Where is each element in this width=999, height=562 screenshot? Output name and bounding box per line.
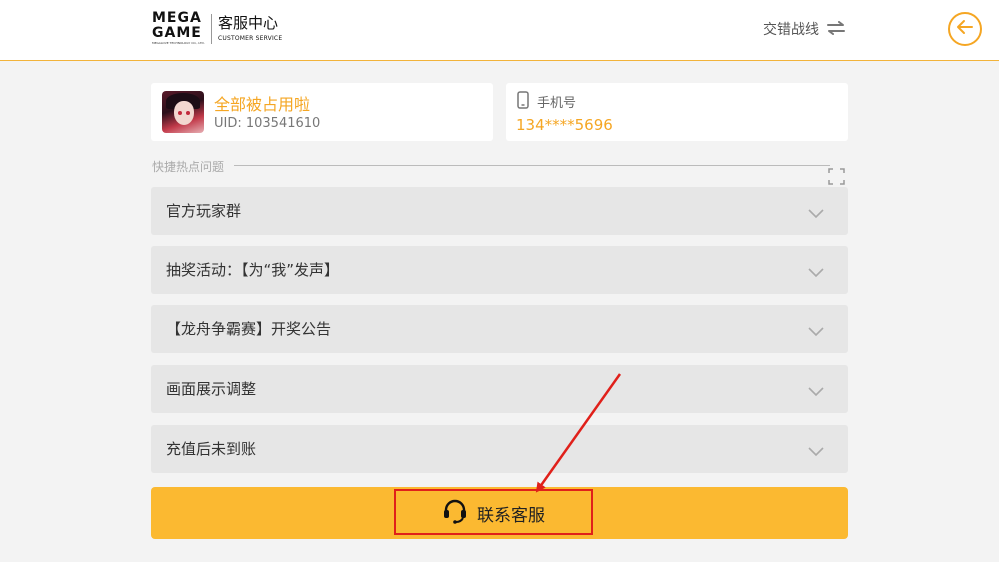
- headset-icon: [441, 497, 469, 529]
- megagame-logo: MEGA GAME MEGALOVE TECHNOLOGY CO., LTD.: [152, 10, 205, 46]
- faq-item-label: 官方玩家群: [166, 202, 242, 220]
- faq-item-recharge-missing[interactable]: 充值后未到账: [151, 425, 848, 473]
- switch-game-label: 交错战线: [763, 22, 819, 38]
- chevron-down-icon: [808, 263, 824, 282]
- phone-label: 手机号: [537, 96, 577, 111]
- page-subtitle: CUSTOMER SERVICE: [218, 35, 283, 42]
- phone-number: 134****5696: [516, 116, 613, 134]
- contact-support-label: 联系客服: [477, 505, 545, 526]
- chevron-down-icon: [808, 204, 824, 223]
- phone-card: 手机号 134****5696: [506, 83, 848, 141]
- chevron-down-icon: [808, 322, 824, 341]
- user-name: 全部被占用啦: [214, 95, 311, 114]
- header: MEGA GAME MEGALOVE TECHNOLOGY CO., LTD. …: [0, 0, 999, 61]
- swap-arrows-icon: [827, 20, 845, 39]
- phone-icon: [517, 91, 529, 113]
- faq-item-label: 充值后未到账: [166, 440, 257, 458]
- chevron-down-icon: [808, 442, 824, 461]
- contact-support-button[interactable]: 联系客服: [151, 487, 848, 539]
- faq-item-label: 画面展示调整: [166, 380, 257, 398]
- faq-item-display-adjust[interactable]: 画面展示调整: [151, 365, 848, 413]
- faq-item-lottery-event[interactable]: 抽奖活动：【为“我”发声】: [151, 246, 848, 294]
- hot-questions-label: 快捷热点问题: [152, 160, 225, 174]
- faq-item-label: 【龙舟争霸赛】开奖公告: [166, 320, 332, 338]
- back-button[interactable]: [948, 12, 982, 46]
- user-uid: UID: 103541610: [214, 116, 321, 131]
- back-arrow-icon: [956, 19, 974, 39]
- avatar: [162, 91, 204, 133]
- switch-game-button[interactable]: 交错战线: [763, 19, 845, 39]
- fullscreen-icon[interactable]: [828, 168, 845, 185]
- faq-item-player-group[interactable]: 官方玩家群: [151, 187, 848, 235]
- faq-item-dragon-boat[interactable]: 【龙舟争霸赛】开奖公告: [151, 305, 848, 353]
- chevron-down-icon: [808, 382, 824, 401]
- faq-item-label: 抽奖活动：【为“我”发声】: [166, 261, 340, 279]
- logo-divider: [211, 14, 212, 44]
- page-title: 客服中心: [218, 14, 279, 32]
- section-divider: [234, 165, 830, 166]
- user-card: 全部被占用啦 UID: 103541610: [151, 83, 493, 141]
